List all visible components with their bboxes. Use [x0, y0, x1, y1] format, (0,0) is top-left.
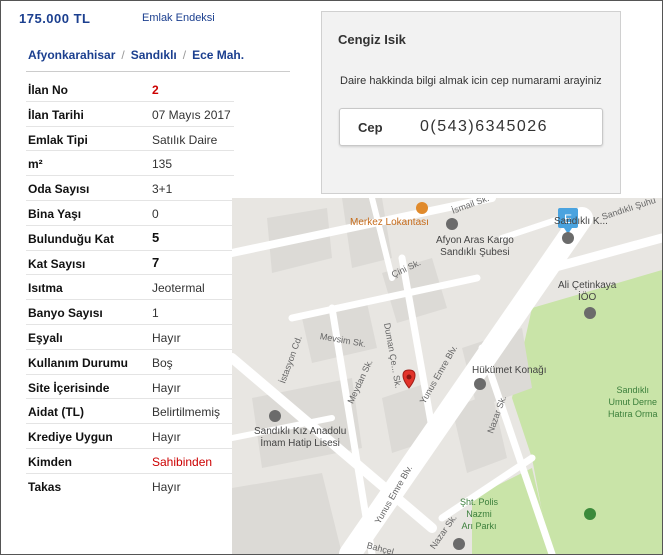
phone-number[interactable]: 0(543)6345026 — [420, 118, 548, 136]
detail-key: Oda Sayısı — [28, 182, 90, 197]
detail-value: Belirtilmemiş — [152, 405, 221, 420]
detail-key: Banyo Sayısı — [28, 306, 103, 321]
detail-value: 07 Mayıs 2017 — [152, 107, 231, 122]
contact-message: Daire hakkinda bilgi almak icin cep numa… — [340, 75, 602, 87]
breadcrumb-separator: / — [182, 48, 187, 62]
detail-value: Jeotermal — [152, 281, 205, 296]
contact-box: Cengiz Isik Daire hakkinda bilgi almak i… — [321, 11, 621, 194]
detail-key: Bina Yaşı — [28, 206, 82, 221]
detail-row-kimden: Kimden Sahibinden — [26, 449, 234, 474]
detail-row-aidat: Aidat (TL) Belirtilmemiş — [26, 399, 234, 425]
poi-sandikli-k[interactable]: Sandıklı K... — [554, 216, 608, 228]
emlak-endeksi-link[interactable]: Emlak Endeksi — [142, 12, 215, 24]
detail-row-m2: m² 135 — [26, 151, 234, 177]
poi-merkez-lokantasi[interactable]: Merkez Lokantası — [350, 217, 429, 229]
detail-key: Site İçerisinde — [28, 380, 110, 395]
breadcrumb: Afyonkarahisar / Sandıklı / Ece Mah. — [28, 48, 244, 62]
restaurant-icon — [416, 202, 428, 214]
phone-label: Cep — [358, 120, 383, 135]
detail-value: Boş — [152, 355, 173, 370]
detail-row-krediye-uygun: Krediye Uygun Hayır — [26, 424, 234, 449]
detail-row-kullanim-durumu: Kullanım Durumu Boş — [26, 350, 234, 375]
detail-row-isitma: Isıtma Jeotermal — [26, 275, 234, 301]
detail-row-oda-sayisi: Oda Sayısı 3+1 — [26, 176, 234, 201]
school-icon-2 — [584, 307, 596, 319]
detail-value: 5 — [152, 229, 160, 245]
breadcrumb-district[interactable]: Sandıklı — [131, 48, 177, 62]
detail-value: Sahibinden — [152, 454, 213, 469]
detail-key: İlan Tarihi — [28, 107, 84, 122]
detail-row-bulundugu-kat: Bulunduğu Kat 5 — [26, 226, 234, 251]
detail-key: Emlak Tipi — [28, 132, 88, 147]
detail-value: 0 — [152, 206, 159, 221]
school-icon — [269, 410, 281, 422]
detail-row-kat-sayisi: Kat Sayısı 7 — [26, 251, 234, 276]
detail-value: Hayır — [152, 380, 181, 395]
detail-row-esyali: Eşyalı Hayır — [26, 325, 234, 350]
poi-hukumet-konagi[interactable]: Hükümet Konağı — [472, 365, 547, 377]
price-label: 175.000 TL — [19, 11, 91, 26]
poi-ali-cetinkaya[interactable]: Ali Çetinkaya İÖO — [558, 280, 616, 304]
detail-value: 7 — [152, 254, 160, 270]
phone-box[interactable]: Cep 0(543)6345026 — [339, 108, 603, 146]
shop-icon — [446, 218, 458, 230]
detail-value: Hayır — [152, 330, 181, 345]
detail-value: Satılık Daire — [152, 132, 218, 147]
detail-key: Kat Sayısı — [28, 256, 86, 271]
detail-row-takas: Takas Hayır — [26, 474, 234, 499]
breadcrumb-neighborhood[interactable]: Ece Mah. — [192, 48, 244, 62]
detail-value: 2 — [152, 83, 159, 97]
detail-row-bina-yasi: Bina Yaşı 0 — [26, 201, 234, 226]
detail-row-site-icerisinde: Site İçerisinde Hayır — [26, 375, 234, 400]
detail-key: Kullanım Durumu — [28, 355, 129, 370]
detail-key: Bulunduğu Kat — [28, 231, 114, 246]
detail-row-banyo-sayisi: Banyo Sayısı 1 — [26, 300, 234, 325]
poi-umut-dernek[interactable]: Sandıklı Umut Derne Hatıra Orma — [608, 384, 658, 420]
detail-key: Aidat (TL) — [28, 405, 84, 420]
bed-icon — [453, 538, 465, 550]
detail-value: Hayır — [152, 430, 181, 445]
breadcrumb-divider — [26, 71, 290, 72]
poi-polis-parki[interactable]: Şht. Polis Nazmi Arı Parkı — [460, 496, 498, 532]
detail-key: m² — [28, 157, 43, 172]
location-map[interactable]: E Merkez Lokantası Afyon Aras Kargo Sand… — [232, 198, 662, 554]
poi-kiz-lisesi[interactable]: Sandıklı Kız Anadolu İmam Hatip Lisesi — [254, 426, 346, 450]
breadcrumb-separator: / — [121, 48, 125, 62]
park-icon — [584, 508, 596, 520]
detail-key: Krediye Uygun — [28, 430, 113, 445]
detail-value: 135 — [152, 157, 173, 172]
listing-details-table: İlan No 2 İlan Tarihi 07 Mayıs 2017 Emlak … — [26, 77, 234, 499]
detail-value: 1 — [152, 306, 159, 321]
detail-value: 3+1 — [152, 182, 173, 197]
detail-key: Eşyalı — [28, 330, 63, 345]
poi-afyon-aras-kargo[interactable]: Afyon Aras Kargo Sandıklı Şubesi — [436, 235, 514, 259]
detail-value: Hayır — [152, 479, 181, 494]
detail-key: Kimden — [28, 454, 73, 469]
detail-row-ilan-no: İlan No 2 — [26, 77, 234, 102]
breadcrumb-city[interactable]: Afyonkarahisar — [28, 48, 115, 62]
detail-key: Takas — [28, 479, 62, 494]
seller-name: Cengiz Isik — [338, 32, 406, 47]
detail-row-emlak-tipi: Emlak Tipi Satılık Daire — [26, 127, 234, 152]
detail-key: İlan No — [28, 83, 69, 97]
government-icon — [474, 378, 486, 390]
detail-row-ilan-tarihi: İlan Tarihi 07 Mayıs 2017 — [26, 102, 234, 127]
detail-key: Isıtma — [28, 281, 63, 296]
